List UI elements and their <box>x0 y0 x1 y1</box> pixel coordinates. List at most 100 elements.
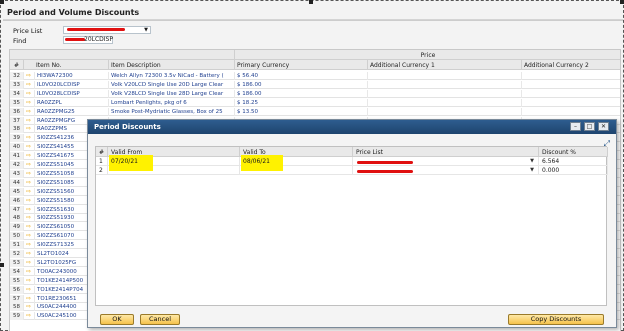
item-description-cell: Smoke Post-Mydriatic Glasses, Box of 25 <box>109 107 235 116</box>
row-number: 47 <box>10 205 24 214</box>
resize-handle-left[interactable] <box>0 263 4 267</box>
minimize-icon[interactable]: – <box>570 122 581 131</box>
resize-handle-tl[interactable] <box>0 0 4 4</box>
item-no-cell[interactable]: IL0VO28LCDISP <box>35 89 109 98</box>
link-arrow-icon[interactable]: ⇨ <box>25 223 35 232</box>
item-description-cell: Welch Allyn 72300 3.5v NiCad - Battery ( <box>109 72 235 80</box>
link-arrow-icon[interactable]: ⇨ <box>25 187 35 196</box>
table-row[interactable]: 35 ⇨ RA0ZZPL Lombart Penlights, pkg of 6 $ 1… <box>10 98 620 107</box>
additional-currency-2-cell[interactable] <box>522 81 620 89</box>
additional-currency-1-cell[interactable] <box>368 80 522 89</box>
dcol-header-price-list[interactable]: Price List <box>353 147 539 157</box>
primary-currency-cell[interactable]: $ 186.00 <box>235 89 368 98</box>
link-arrow-icon[interactable]: ⇨ <box>25 267 35 276</box>
col-header-additional-currency-2[interactable]: Additional Currency 2 <box>522 60 620 70</box>
price-list-cell[interactable]: ▼ <box>353 157 539 166</box>
link-arrow-icon[interactable]: ⇨ <box>25 134 35 143</box>
price-list-cell[interactable]: ▼ <box>353 166 539 175</box>
valid-to-cell[interactable]: 08/06/21 <box>240 155 353 171</box>
col-header-num[interactable]: # <box>10 60 24 70</box>
chevron-down-icon: ▼ <box>530 158 534 164</box>
link-arrow-icon[interactable]: ⇨ <box>25 169 35 178</box>
link-arrow-icon[interactable]: ⇨ <box>25 125 35 134</box>
maximize-icon[interactable]: □ <box>584 122 595 131</box>
item-no-cell[interactable]: RA0ZZPL <box>35 98 109 107</box>
table-row[interactable]: 36 ⇨ RA0ZZPMG25 Smoke Post-Mydriatic Glasse… <box>10 107 620 116</box>
link-arrow-icon[interactable]: ⇨ <box>25 241 35 250</box>
additional-currency-2-cell[interactable] <box>522 90 620 98</box>
link-arrow-icon[interactable]: ⇨ <box>25 312 35 321</box>
resize-handle-top[interactable] <box>309 0 313 4</box>
row-number: 36 <box>10 107 24 116</box>
resize-handle-tr[interactable] <box>620 0 624 4</box>
close-icon[interactable]: ✕ <box>598 122 609 131</box>
link-arrow-icon[interactable]: ⇨ <box>25 303 35 312</box>
primary-currency-cell[interactable]: $ 13.50 <box>235 107 368 116</box>
table-row[interactable]: 34 ⇨ IL0VO28LCDISP Volk V28LCD Single Use 2… <box>10 89 620 98</box>
link-arrow-icon[interactable]: ⇨ <box>25 143 35 152</box>
link-arrow-icon[interactable]: ⇨ <box>25 285 35 294</box>
link-arrow-icon[interactable]: ⇨ <box>25 250 35 258</box>
link-arrow-icon[interactable]: ⇨ <box>25 152 35 161</box>
dialog-titlebar[interactable]: Period Discounts – □ ✕ <box>88 120 616 134</box>
redaction-mark <box>65 38 85 41</box>
item-no-cell[interactable]: IL0VO20LCDISP <box>35 80 109 89</box>
chevron-down-icon: ▼ <box>144 27 148 33</box>
link-arrow-icon[interactable]: ⇨ <box>25 196 35 205</box>
dialog-title: Period Discounts <box>94 123 161 131</box>
link-arrow-icon[interactable]: ⇨ <box>25 214 35 223</box>
discount-row[interactable]: 1 07/20/21 08/06/21 ▼ 6.564 <box>96 155 608 171</box>
primary-currency-cell[interactable]: $ 56.40 <box>235 72 368 80</box>
table-row[interactable]: 33 ⇨ IL0VO20LCDISP Volk V20LCD Single Use 2… <box>10 80 620 89</box>
row-number: 53 <box>10 258 24 267</box>
additional-currency-2-cell[interactable] <box>522 72 620 80</box>
link-arrow-icon[interactable]: ⇨ <box>25 178 35 187</box>
link-arrow-icon[interactable]: ⇨ <box>25 80 35 89</box>
discount-row[interactable]: 2 ▼ 0.000 <box>96 166 608 175</box>
discount-cell[interactable]: 0.000 <box>539 166 608 175</box>
primary-currency-cell[interactable]: $ 18.25 <box>235 98 368 107</box>
item-no-cell[interactable]: RA0ZZPMG25 <box>35 107 109 116</box>
additional-currency-1-cell[interactable] <box>368 72 522 80</box>
table-row[interactable]: 32 ⇨ HI3WA72300 Welch Allyn 72300 3.5v NiCa… <box>10 72 620 80</box>
link-arrow-icon[interactable]: ⇨ <box>25 98 35 107</box>
row-number: 42 <box>10 161 24 169</box>
row-number: 41 <box>10 152 24 161</box>
ok-button[interactable]: OK <box>100 314 134 325</box>
item-no-cell[interactable]: HI3WA72300 <box>35 72 109 80</box>
row-number: 52 <box>10 250 24 258</box>
primary-currency-cell[interactable]: $ 186.00 <box>235 80 368 89</box>
additional-currency-1-cell[interactable] <box>368 89 522 98</box>
row-number: 58 <box>10 303 24 312</box>
price-group-header: Price <box>235 50 620 60</box>
additional-currency-2-cell[interactable] <box>522 108 620 116</box>
valid-from-cell[interactable]: 07/20/21 <box>108 155 240 171</box>
copy-discounts-button[interactable]: Copy Discounts <box>508 314 604 325</box>
valid-from-cell[interactable] <box>108 166 240 175</box>
row-number: 54 <box>10 267 24 276</box>
link-arrow-icon[interactable]: ⇨ <box>25 205 35 214</box>
link-arrow-icon[interactable]: ⇨ <box>25 72 35 80</box>
additional-currency-2-cell[interactable] <box>522 99 620 107</box>
link-arrow-icon[interactable]: ⇨ <box>25 116 35 125</box>
col-header-additional-currency-1[interactable]: Additional Currency 1 <box>368 60 522 70</box>
link-arrow-icon[interactable]: ⇨ <box>25 89 35 98</box>
row-number: 55 <box>10 276 24 285</box>
dcol-header-discount[interactable]: Discount % <box>539 147 608 157</box>
link-arrow-icon[interactable]: ⇨ <box>25 161 35 169</box>
additional-currency-1-cell[interactable] <box>368 98 522 107</box>
dcol-header-num[interactable]: # <box>96 147 108 157</box>
additional-currency-1-cell[interactable] <box>368 107 522 116</box>
link-arrow-icon[interactable]: ⇨ <box>25 276 35 285</box>
col-header-item-no[interactable]: Item No. <box>24 60 109 70</box>
col-header-primary-currency[interactable]: Primary Currency <box>235 60 368 70</box>
cancel-button[interactable]: Cancel <box>140 314 180 325</box>
link-arrow-icon[interactable]: ⇨ <box>25 232 35 241</box>
link-arrow-icon[interactable]: ⇨ <box>25 294 35 303</box>
col-header-description[interactable]: Item Description <box>109 60 235 70</box>
link-arrow-icon[interactable]: ⇨ <box>25 107 35 116</box>
valid-to-cell[interactable] <box>240 166 353 175</box>
discount-cell[interactable]: 6.564 <box>539 157 608 166</box>
link-arrow-icon[interactable]: ⇨ <box>25 258 35 267</box>
price-list-label: Price List <box>13 27 43 35</box>
